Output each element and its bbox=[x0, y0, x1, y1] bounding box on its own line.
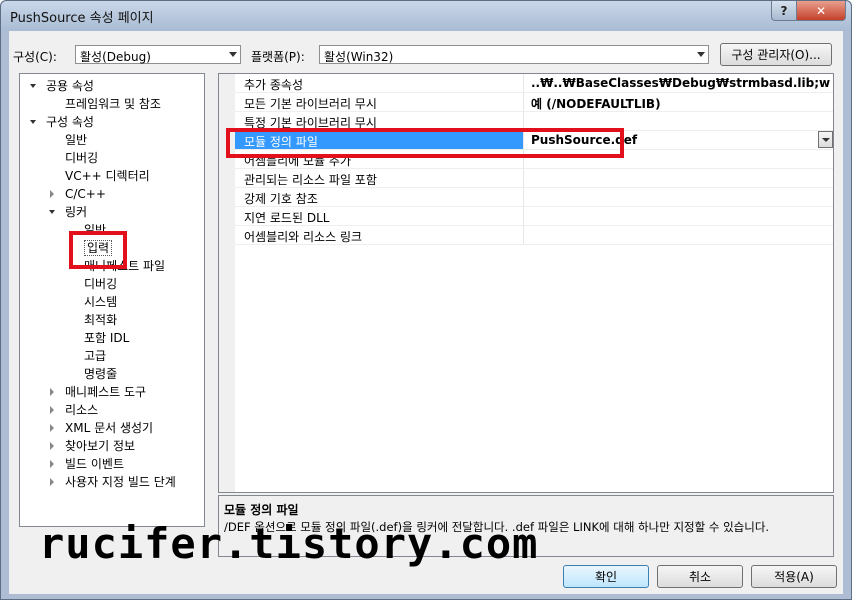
property-name: 관리되는 리소스 파일 포함 bbox=[244, 173, 377, 187]
collapsed-triangle-icon[interactable] bbox=[50, 406, 54, 414]
tree-item-label: 찾아보기 정보 bbox=[65, 439, 136, 453]
cancel-button[interactable]: 취소 bbox=[657, 565, 743, 588]
collapsed-triangle-icon[interactable] bbox=[50, 460, 54, 468]
tree-item-label: 빌드 이벤트 bbox=[65, 457, 125, 471]
highlight-box-input bbox=[69, 231, 127, 269]
watermark-text: rucifer.tistory.com bbox=[39, 519, 539, 568]
expanded-triangle-icon[interactable] bbox=[49, 210, 55, 214]
tree-item[interactable]: 일반 bbox=[65, 131, 87, 149]
tree-item-label: 디버깅 bbox=[65, 151, 99, 165]
chevron-down-icon bbox=[697, 52, 705, 57]
config-label: 구성(C): bbox=[13, 50, 57, 64]
property-dropdown-button[interactable] bbox=[818, 131, 833, 148]
tree-item[interactable]: 공용 속성 bbox=[30, 77, 94, 95]
platform-label: 플랫폼(P): bbox=[251, 50, 305, 64]
description-title: 모듈 정의 파일 bbox=[224, 503, 299, 517]
column-divider bbox=[523, 188, 524, 206]
tree-item[interactable]: 사용자 지정 빌드 단계 bbox=[50, 473, 176, 491]
collapsed-triangle-icon[interactable] bbox=[50, 478, 54, 486]
tree-item-label: 링커 bbox=[65, 205, 88, 219]
property-row[interactable]: 모든 기본 라이브러리 무시 예 (/NODEFAULTLIB) bbox=[235, 93, 833, 112]
property-row[interactable]: 관리되는 리소스 파일 포함 bbox=[235, 169, 833, 188]
property-name: 어셈블리와 리소스 링크 bbox=[244, 230, 363, 244]
tree-item-label: 리소스 bbox=[65, 403, 99, 417]
tree-item-label: 매니페스트 도구 bbox=[65, 385, 147, 399]
property-name: 강제 기호 참조 bbox=[244, 192, 318, 206]
tree-item[interactable]: 고급 bbox=[84, 347, 106, 365]
tree-item[interactable]: 링커 bbox=[49, 203, 88, 221]
column-divider bbox=[523, 226, 524, 244]
expanded-triangle-icon[interactable] bbox=[30, 120, 36, 124]
tree-item[interactable]: 포함 IDL bbox=[84, 329, 129, 347]
property-name: 추가 종속성 bbox=[244, 78, 304, 92]
property-value[interactable]: ..₩..₩BaseClasses₩Debug₩strmbasd.lib;win… bbox=[531, 76, 831, 90]
collapsed-triangle-icon[interactable] bbox=[50, 190, 54, 198]
tree-item-label: XML 문서 생성기 bbox=[65, 421, 154, 435]
config-select[interactable]: 활성(Debug) bbox=[75, 45, 241, 64]
tree-item[interactable]: VC++ 디렉터리 bbox=[65, 167, 150, 185]
property-row[interactable]: 강제 기호 참조 bbox=[235, 188, 833, 207]
tree-item[interactable]: 프레임워크 및 참조 bbox=[65, 95, 161, 113]
collapsed-triangle-icon[interactable] bbox=[50, 424, 54, 432]
help-button[interactable]: ? bbox=[771, 1, 797, 21]
settings-tree[interactable]: 공용 속성프레임워크 및 참조구성 속성일반디버깅 VC++ 디렉터리 C/C++ 링… bbox=[19, 73, 205, 527]
title-bar[interactable]: PushSource 속성 페이지 ? ✕ bbox=[1, 1, 851, 31]
tree-item-label: 시스템 bbox=[84, 295, 118, 309]
highlight-box-def-file bbox=[226, 128, 624, 158]
tree-item-label: 구성 속성 bbox=[46, 115, 94, 129]
tree-item-label: C/C++ bbox=[65, 187, 106, 201]
collapsed-triangle-icon[interactable] bbox=[50, 388, 54, 396]
property-name: 지연 로드된 DLL bbox=[244, 211, 330, 225]
tree-item[interactable]: XML 문서 생성기 bbox=[50, 419, 154, 437]
column-divider bbox=[523, 93, 524, 111]
apply-button[interactable]: 적용(A) bbox=[751, 565, 837, 588]
dialog-client-area: 구성(C): 활성(Debug) 플랫폼(P): 활성(Win32) 구성 관리… bbox=[9, 31, 843, 594]
property-row[interactable]: 지연 로드된 DLL bbox=[235, 207, 833, 226]
tree-item[interactable]: 시스템 bbox=[84, 293, 117, 311]
tree-item[interactable]: 디버깅 bbox=[84, 275, 117, 293]
platform-select[interactable]: 활성(Win32) bbox=[319, 45, 709, 64]
window-title: PushSource 속성 페이지 bbox=[10, 11, 154, 26]
tree-item-label: 최적화 bbox=[84, 313, 118, 327]
tree-item-label: 사용자 지정 빌드 단계 bbox=[65, 475, 176, 489]
ok-button[interactable]: 확인 bbox=[563, 565, 649, 588]
tree-item[interactable]: 매니페스트 도구 bbox=[50, 383, 147, 401]
property-row[interactable]: 어셈블리와 리소스 링크 bbox=[235, 226, 833, 245]
property-value[interactable]: 예 (/NODEFAULTLIB) bbox=[531, 95, 831, 112]
property-name: 모든 기본 라이브러리 무시 bbox=[244, 97, 377, 111]
tree-item[interactable]: 찾아보기 정보 bbox=[50, 437, 136, 455]
tree-item-label: 프레임워크 및 참조 bbox=[65, 97, 161, 111]
tree-item-label: 공용 속성 bbox=[46, 79, 94, 93]
collapsed-triangle-icon[interactable] bbox=[50, 442, 54, 450]
tree-item-label: 포함 IDL bbox=[84, 331, 130, 345]
tree-item[interactable]: 디버깅 bbox=[65, 149, 98, 167]
tree-item-label: 고급 bbox=[84, 349, 107, 363]
property-row[interactable]: 추가 종속성 ..₩..₩BaseClasses₩Debug₩strmbasd.l… bbox=[235, 74, 833, 93]
column-divider bbox=[523, 74, 524, 92]
tree-item[interactable]: 리소스 bbox=[50, 401, 99, 419]
property-pages-window: PushSource 속성 페이지 ? ✕ 구성(C): 활성(Debug) 플… bbox=[0, 0, 852, 600]
tree-item[interactable]: 빌드 이벤트 bbox=[50, 455, 125, 473]
close-button[interactable]: ✕ bbox=[796, 1, 846, 21]
chevron-down-icon bbox=[229, 52, 237, 57]
column-divider bbox=[523, 207, 524, 225]
tree-item[interactable]: 구성 속성 bbox=[30, 113, 94, 131]
tree-item[interactable]: 최적화 bbox=[84, 311, 117, 329]
tree-item[interactable]: C/C++ bbox=[50, 185, 106, 203]
tree-item-label: 일반 bbox=[65, 133, 88, 147]
config-manager-button[interactable]: 구성 관리자(O)... bbox=[720, 43, 832, 66]
column-divider bbox=[523, 169, 524, 187]
config-select-value: 활성(Debug) bbox=[80, 50, 151, 64]
tree-item-label: 명령줄 bbox=[84, 367, 118, 381]
expanded-triangle-icon[interactable] bbox=[30, 84, 36, 88]
platform-select-value: 활성(Win32) bbox=[324, 50, 394, 64]
tree-item-label: 디버깅 bbox=[84, 277, 118, 291]
tree-item[interactable]: 명령줄 bbox=[84, 365, 117, 383]
tree-item-label: VC++ 디렉터리 bbox=[65, 169, 150, 183]
